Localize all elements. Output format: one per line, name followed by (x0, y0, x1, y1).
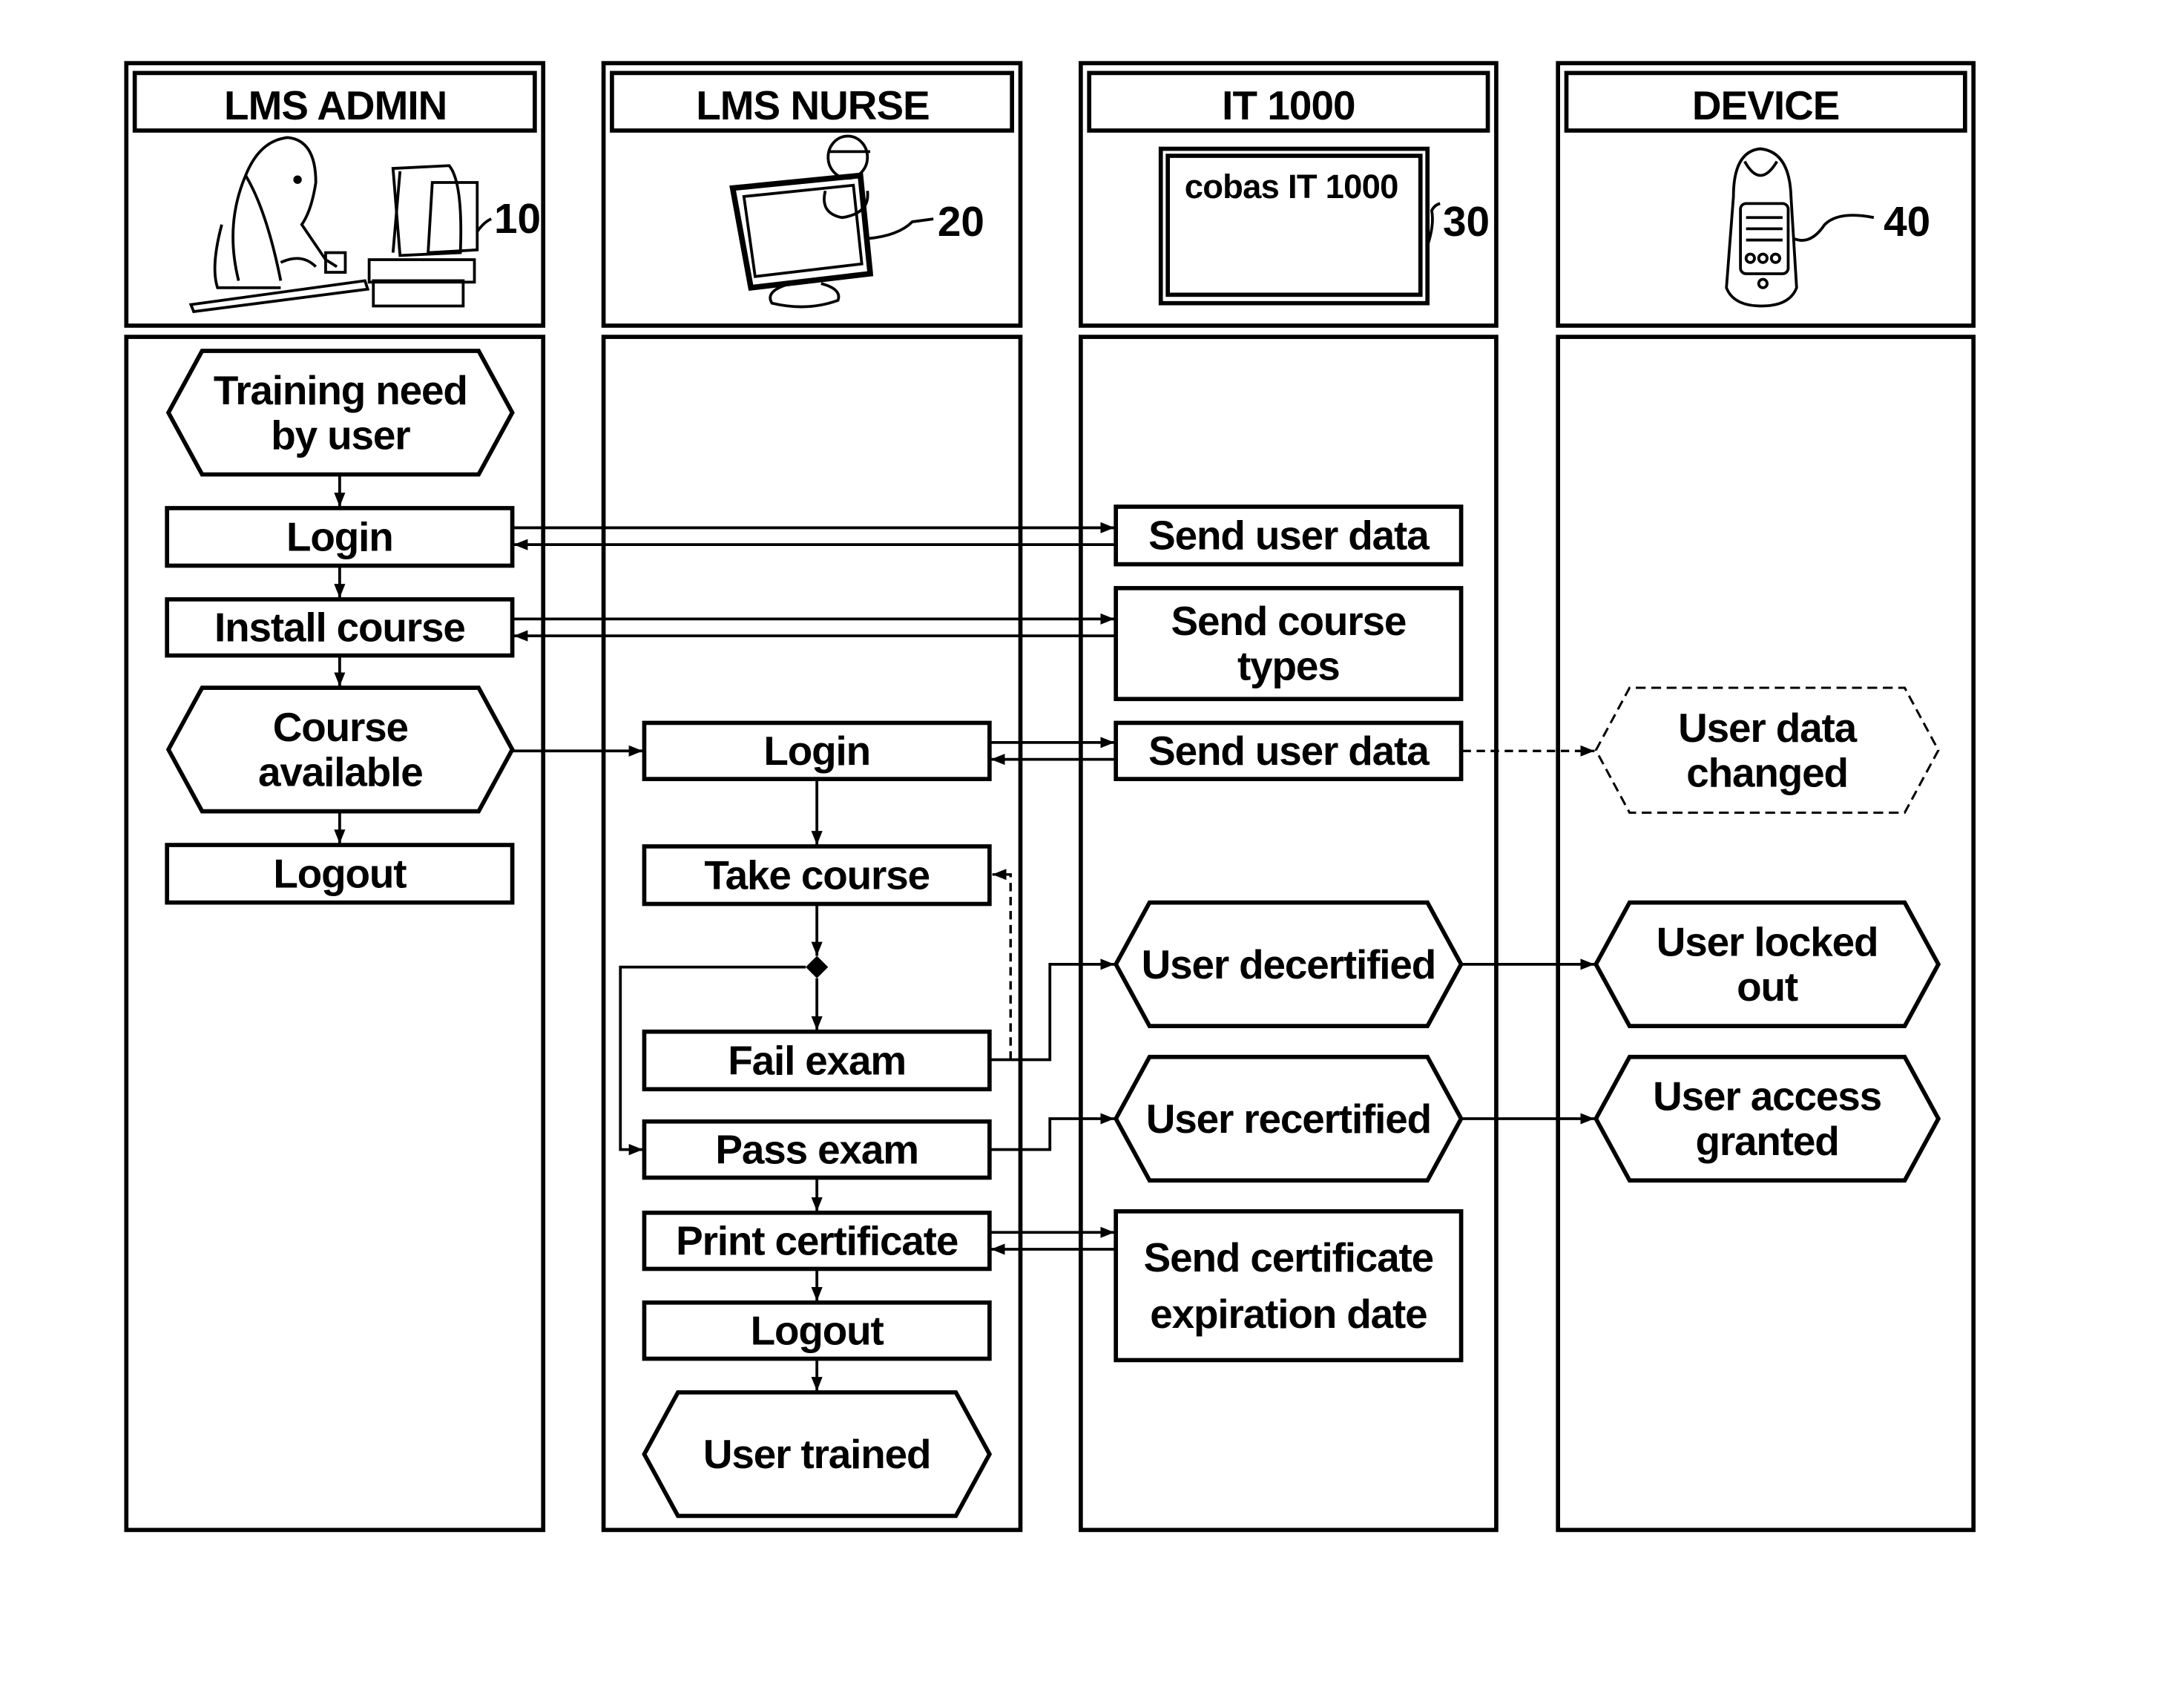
node-device-user-access-granted: User accessgranted (1593, 1054, 1941, 1183)
it-screen-label: cobas IT 1000 (1185, 168, 1398, 205)
node-admin-course-available: Courseavailable (165, 685, 515, 814)
node-it-send-cert-expiration: Send certificate expiration date (1114, 1209, 1464, 1363)
node-label: User data (1678, 705, 1857, 751)
node-label: User recertified (1146, 1096, 1431, 1142)
node-nurse-logout: Logout (642, 1300, 992, 1361)
node-admin-training-need: Training needby user (165, 349, 515, 477)
node-label: Send certificate (1144, 1234, 1433, 1280)
node-admin-logout: Logout (165, 843, 515, 905)
node-nurse-fail-exam: Fail exam (642, 1029, 992, 1092)
node-label: Login (286, 514, 393, 560)
lane-title-nurse: LMS NURSE (696, 82, 930, 128)
node-label: by user (271, 412, 410, 458)
ref-number-20: 20 (938, 199, 984, 246)
swimlane-diagram: LMS ADMIN 10 LMS NURSE 20 IT 1000 cobas … (124, 61, 1976, 1533)
node-label: Send course (1171, 598, 1406, 644)
node-it-user-decertified: User decertified (1113, 900, 1464, 1028)
node-it-send-user-data-1: Send user data (1114, 504, 1464, 567)
node-label: User decertified (1142, 941, 1435, 987)
node-admin-login: Login (165, 506, 515, 568)
node-label: Send user data (1148, 728, 1430, 774)
ref-number-40: 40 (1884, 199, 1930, 246)
node-label: changed (1686, 750, 1848, 796)
node-label: User access (1653, 1073, 1881, 1119)
node-label: Pass exam (715, 1127, 918, 1173)
node-label: User locked (1657, 919, 1878, 965)
node-label: types (1237, 643, 1340, 689)
node-label: Fail exam (728, 1037, 906, 1083)
lane-title-admin: LMS ADMIN (224, 82, 447, 128)
node-label: User trained (703, 1431, 931, 1477)
lane-header-admin: LMS ADMIN 10 (124, 61, 546, 328)
node-label: Take course (704, 852, 930, 898)
lane-title-it: IT 1000 (1222, 82, 1355, 128)
it-screen-icon: cobas IT 1000 (1158, 146, 1430, 306)
ref-number-30: 30 (1443, 199, 1490, 246)
node-it-send-course-types: Send coursetypes (1114, 585, 1464, 702)
node-label: out (1737, 964, 1798, 1010)
node-nurse-login: Login (642, 720, 992, 781)
node-label: Login (763, 728, 870, 774)
node-label: available (258, 749, 423, 795)
ref-number-10: 10 (494, 196, 541, 243)
lane-header-nurse: LMS NURSE 20 (601, 61, 1023, 328)
node-label: expiration date (1150, 1291, 1427, 1337)
lane-header-device: DEVICE 40 (1556, 61, 1976, 328)
node-device-user-locked-out: User lockedout (1593, 900, 1941, 1028)
node-nurse-user-trained: User trained (642, 1390, 993, 1519)
node-label: Logout (751, 1308, 884, 1354)
node-label: Print certificate (676, 1218, 958, 1264)
node-label: Course (273, 704, 408, 750)
lane-header-it: IT 1000 cobas IT 1000 30 (1079, 61, 1499, 328)
node-label: Training need (214, 367, 467, 413)
node-it-send-user-data-2: Send user data (1114, 720, 1464, 781)
lane-title-device: DEVICE (1692, 82, 1840, 128)
node-nurse-pass-exam: Pass exam (642, 1119, 992, 1180)
node-label: Install course (214, 605, 465, 651)
node-nurse-take-course: Take course (642, 844, 992, 907)
node-label: Send user data (1148, 513, 1430, 559)
node-label: Logout (273, 851, 407, 897)
node-admin-install-course: Install course (165, 597, 515, 658)
node-label: granted (1695, 1118, 1838, 1164)
rect-shape (1114, 1209, 1464, 1363)
node-device-user-data-changed: User datachanged (1594, 686, 1940, 815)
node-it-user-recertified: User recertified (1113, 1054, 1464, 1183)
node-nurse-print-certificate: Print certificate (642, 1210, 992, 1272)
